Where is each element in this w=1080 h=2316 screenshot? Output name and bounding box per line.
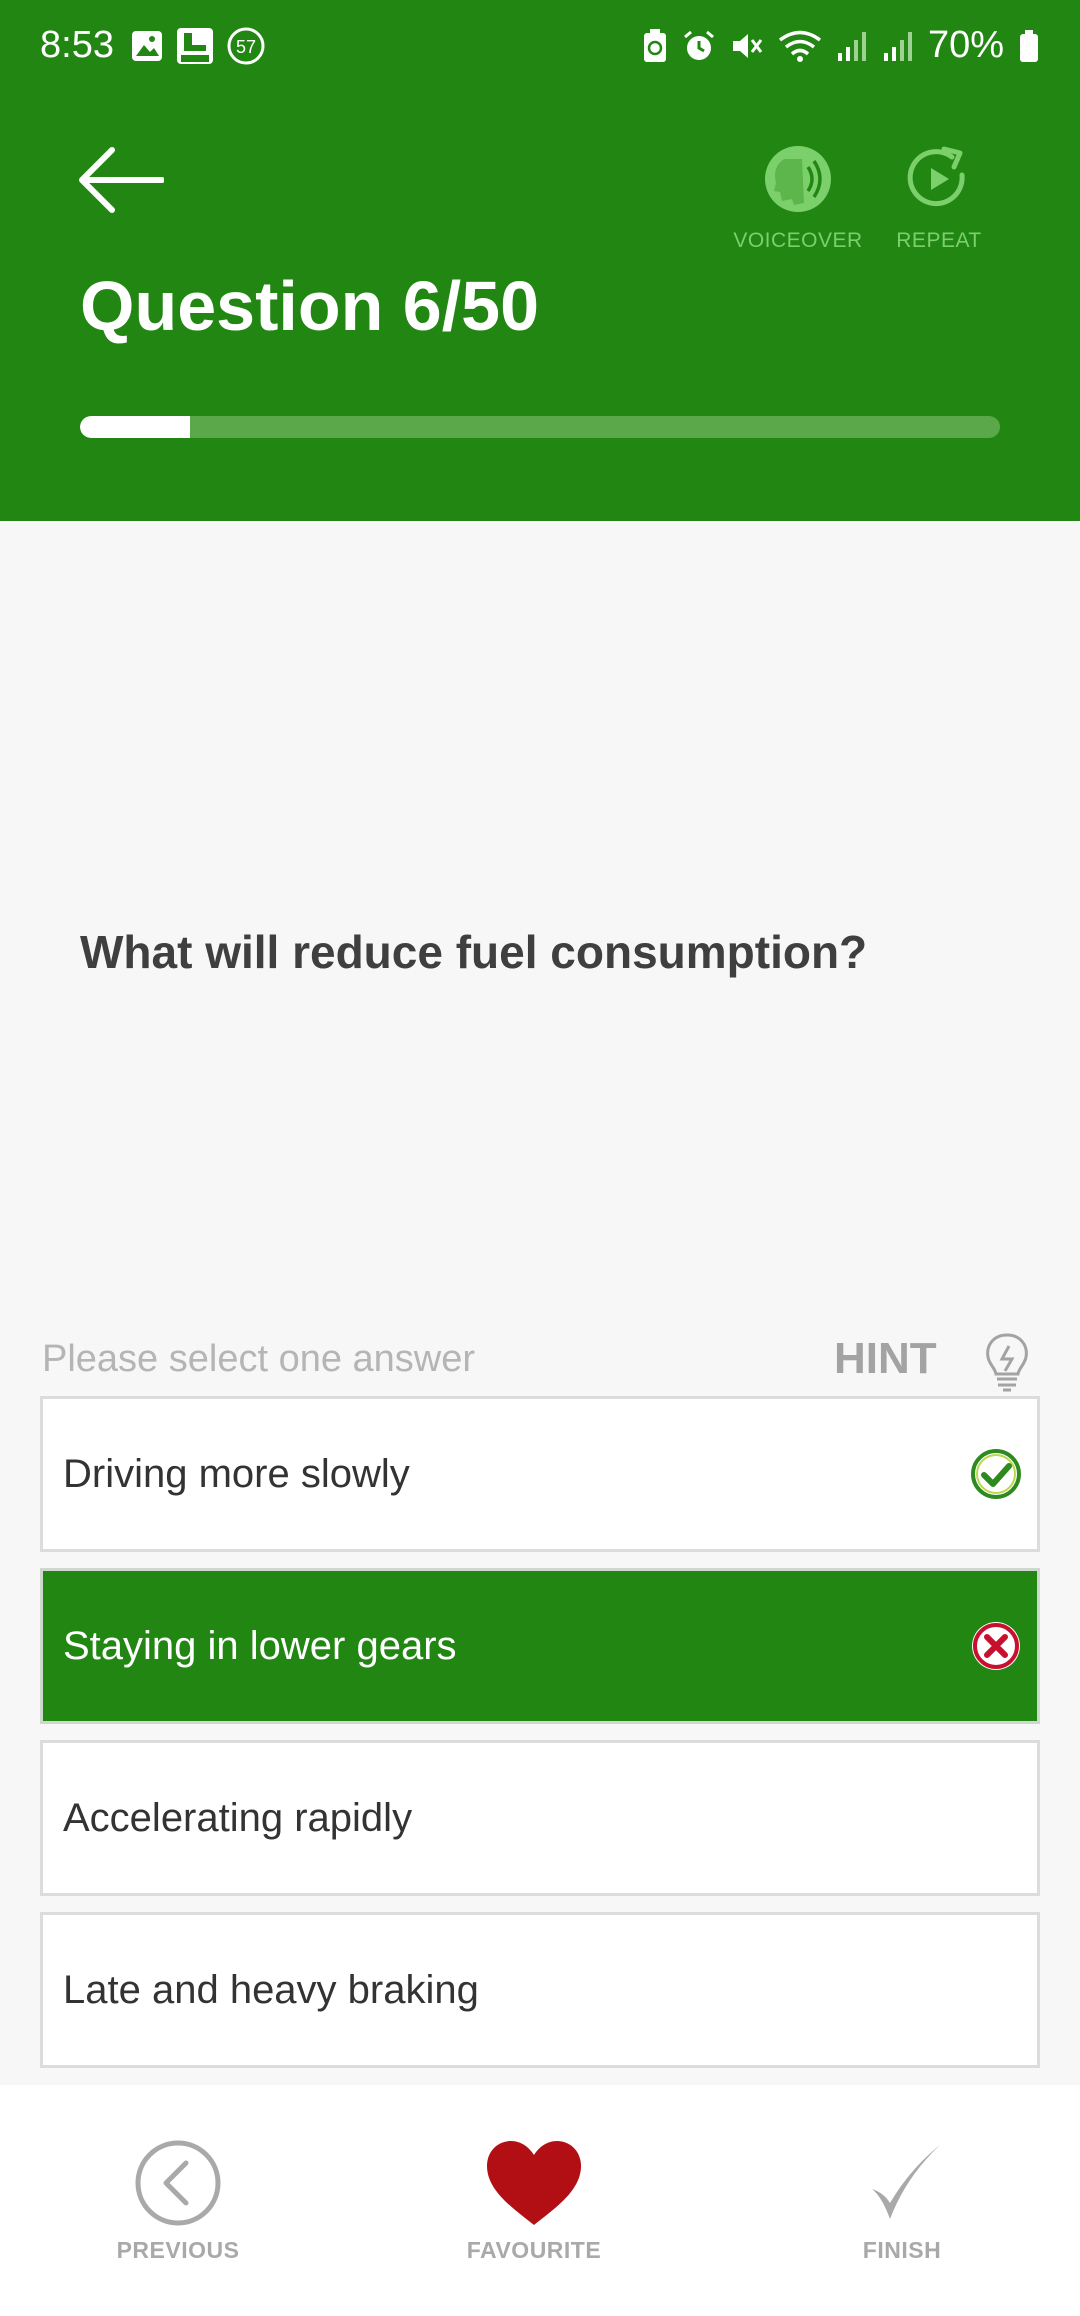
status-time: 8:53	[40, 24, 114, 66]
signal-icon	[837, 31, 866, 61]
checkmark-icon	[872, 2145, 940, 2219]
heart-icon	[487, 2141, 581, 2225]
previous-button[interactable]: PREVIOUS	[98, 2139, 258, 2264]
back-arrow-icon[interactable]	[78, 145, 164, 215]
gallery-icon	[132, 31, 162, 61]
mute-icon	[732, 33, 763, 58]
answer-label: Late and heavy braking	[63, 1967, 479, 2012]
lightbulb-icon[interactable]	[982, 1332, 1032, 1392]
header: 8:53 57 70% VOICEOVER REPEAT Question 6/…	[0, 0, 1080, 521]
battery-percent: 70%	[927, 24, 1004, 66]
answer-list: Driving more slowly Staying in lower gea…	[40, 1396, 1040, 2084]
voiceover-icon	[765, 146, 831, 212]
notification-count-icon: 57	[227, 27, 265, 65]
question-text: What will reduce fuel consumption?	[80, 926, 868, 978]
repeat-button[interactable]: REPEAT	[880, 145, 998, 253]
repeat-icon	[907, 146, 965, 207]
repeat-label: REPEAT	[896, 229, 982, 252]
answer-option[interactable]: Accelerating rapidly	[40, 1740, 1040, 1896]
finish-button[interactable]: FINISH	[822, 2139, 982, 2264]
answer-instruction: Please select one answer	[42, 1338, 476, 1380]
bottom-nav: PREVIOUS FAVOURITE FINISH	[0, 2085, 1080, 2316]
voiceover-label: VOICEOVER	[733, 229, 863, 252]
check-circle-icon	[971, 1449, 1021, 1499]
favourite-button[interactable]: FAVOURITE	[448, 2139, 620, 2264]
status-right-icons: 70%	[642, 24, 1040, 67]
answer-option-correct[interactable]: Driving more slowly	[40, 1396, 1040, 1552]
alarm-icon	[683, 30, 714, 60]
progress-bar	[80, 416, 1000, 438]
favourite-label: FAVOURITE	[466, 2237, 602, 2263]
battery-icon	[1020, 29, 1038, 62]
svg-text:57: 57	[236, 37, 256, 57]
status-left-icons: 57	[130, 26, 266, 66]
answer-option-selected[interactable]: Staying in lower gears	[40, 1568, 1040, 1724]
finish-label: FINISH	[862, 2237, 942, 2263]
status-bar: 8:53 57 70%	[0, 0, 1080, 96]
answer-label: Accelerating rapidly	[63, 1795, 413, 1840]
progress-bar-fill	[80, 416, 191, 438]
x-circle-icon	[972, 1622, 1020, 1670]
page-title: Question 6/50	[80, 267, 540, 345]
voiceover-button[interactable]: VOICEOVER	[730, 145, 866, 253]
signal-icon	[883, 31, 912, 61]
previous-label: PREVIOUS	[116, 2237, 240, 2263]
answer-option[interactable]: Late and heavy braking	[40, 1912, 1040, 2068]
app-4in1-icon	[177, 28, 213, 64]
chevron-left-circle-icon	[135, 2140, 221, 2226]
battery-saver-icon	[643, 28, 666, 62]
hint-button[interactable]: HINT	[834, 1334, 937, 1384]
answer-label: Driving more slowly	[63, 1451, 410, 1496]
wifi-icon	[778, 30, 821, 62]
answer-label: Staying in lower gears	[63, 1623, 457, 1668]
